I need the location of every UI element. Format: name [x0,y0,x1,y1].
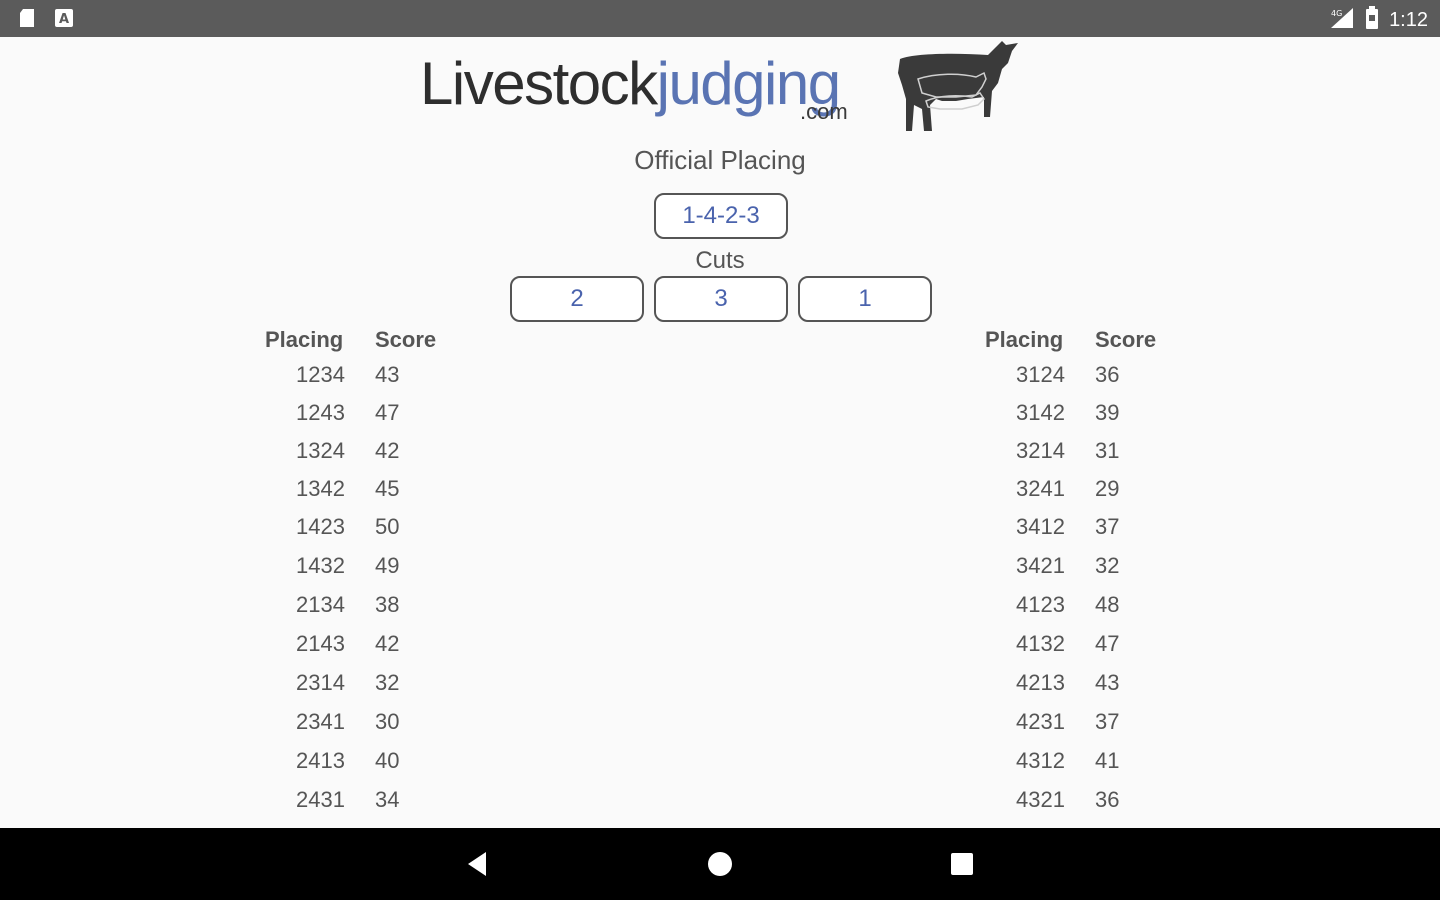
placing-cell: 4312 [1016,748,1065,773]
sd-card-icon [18,8,38,28]
placing-cell: 4231 [1016,709,1065,734]
score-cell: 45 [375,476,400,501]
a-notification-icon: A [54,8,74,28]
status-bar: A 4G 1:12 [0,0,1440,37]
score-cell: 43 [1095,670,1120,695]
score-cell: 30 [375,709,400,734]
cut-button-1[interactable]: 2 [510,276,644,322]
placing-cell: 1432 [296,553,345,578]
signal-icon: 4G [1329,7,1355,34]
score-cell: 41 [1095,748,1120,773]
recents-icon[interactable] [946,848,978,880]
score-cell: 42 [375,631,400,656]
placing-cell: 4132 [1016,631,1065,656]
official-placing-label: Official Placing [634,145,806,175]
home-icon[interactable] [704,848,736,880]
score-cell: 40 [375,748,400,773]
score-header: Score [375,327,437,352]
cut-button-2[interactable]: 3 [654,276,788,322]
placing-cell: 1423 [296,514,345,539]
placing-cell: 2143 [296,631,345,656]
placing-cell: 4123 [1016,592,1065,617]
official-placing-button[interactable]: 1-4-2-3 [654,193,788,239]
placing-cell: 2134 [296,592,345,617]
livestock-animals-icon [898,41,1018,131]
cut-button-3[interactable]: 1 [798,276,932,322]
placing-cell: 4213 [1016,670,1065,695]
score-cell: 47 [1095,631,1120,656]
main-content: Livestockjudging .com Official Placing 1… [0,37,1440,828]
score-cell: 39 [1095,400,1120,425]
score-cell: 49 [375,553,400,578]
score-cell: 38 [375,592,400,617]
placing-header: Placing [985,327,1064,352]
placing-cell: 2314 [296,670,345,695]
score-cell: 42 [375,438,400,463]
placing-cell: 2413 [296,748,345,773]
score-cell: 34 [375,787,400,812]
svg-text:4G: 4G [1331,9,1342,18]
logo-suffix: .com [800,99,848,124]
score-cell: 32 [1095,553,1120,578]
placing-cell: 1243 [296,400,345,425]
clock: 1:12 [1389,9,1428,31]
score-cell: 36 [1095,362,1120,387]
placing-cell: 3421 [1016,553,1065,578]
placing-cell: 1324 [296,438,345,463]
score-cell: 37 [1095,514,1120,539]
back-icon[interactable] [462,848,494,880]
placing-cell: 1342 [296,476,345,501]
placing-header: Placing [265,327,344,352]
score-cell: 31 [1095,438,1120,463]
score-header: Score [1095,327,1157,352]
cuts-label: Cuts [695,247,745,274]
battery-icon [1365,6,1379,35]
score-cell: 48 [1095,592,1120,617]
score-cell: 36 [1095,787,1120,812]
placing-cell: 4321 [1016,787,1065,812]
placing-cell: 3142 [1016,400,1065,425]
placing-cell: 3241 [1016,476,1065,501]
score-cell: 37 [1095,709,1120,734]
score-cell: 32 [375,670,400,695]
score-cell: 50 [375,514,400,539]
placing-cell: 2431 [296,787,345,812]
livestockjudging-logo: Livestockjudging .com [420,39,1020,135]
placing-cell: 2341 [296,709,345,734]
placing-cell: 3412 [1016,514,1065,539]
placing-cell: 3124 [1016,362,1065,387]
placing-cell: 1234 [296,362,345,387]
logo-wordmark: Livestockjudging [420,50,841,117]
navigation-bar [0,828,1440,900]
score-cell: 29 [1095,476,1120,501]
score-cell: 47 [375,400,400,425]
placing-cell: 3214 [1016,438,1065,463]
score-cell: 43 [375,362,400,387]
svg-text:A: A [59,12,69,27]
